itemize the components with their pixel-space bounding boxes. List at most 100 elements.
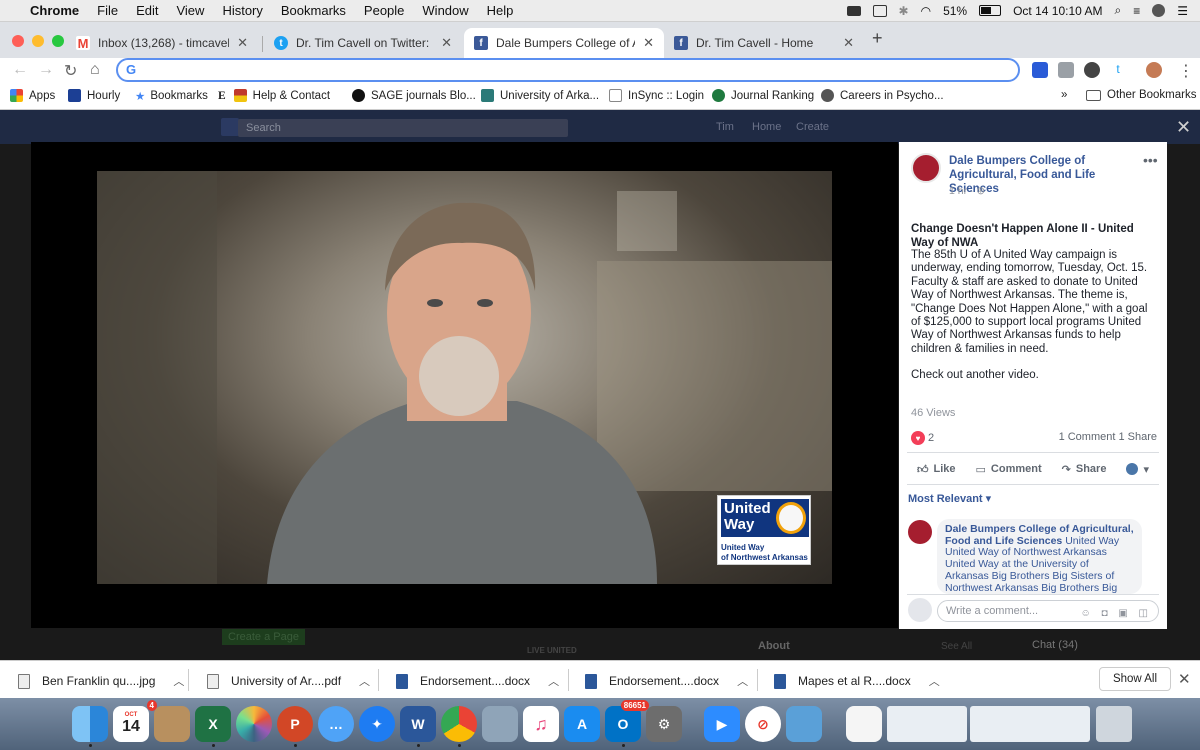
facebook-search-input[interactable]: Search (238, 119, 568, 137)
bookmark-apps[interactable]: Apps (10, 89, 55, 102)
reaction-avatar-selector[interactable]: ▾ (1126, 463, 1149, 476)
download-item[interactable]: Endorsement....docx ︿ (396, 673, 559, 689)
menu-clock[interactable]: Oct 14 10:10 AM (1013, 4, 1102, 18)
app-store-icon[interactable]: A (564, 706, 600, 742)
user-icon[interactable]: ≡ (1133, 4, 1140, 18)
dropbox-icon[interactable] (846, 5, 861, 16)
document-thumbnail-icon[interactable] (846, 706, 882, 742)
bluetooth-icon[interactable]: ✱ (899, 4, 909, 18)
itunes-icon[interactable]: ♫ (523, 706, 559, 742)
chevron-up-icon[interactable]: ︿ (359, 673, 370, 689)
close-window-button[interactable] (12, 35, 24, 47)
safari-icon[interactable]: ✦ (359, 706, 395, 742)
forward-icon[interactable]: → (38, 61, 54, 79)
page-avatar[interactable] (911, 153, 941, 183)
close-tab-icon[interactable]: ✕ (441, 35, 452, 51)
document-stack-icon[interactable] (887, 706, 967, 742)
header-profile-link[interactable]: Tim (716, 121, 734, 133)
bookmark-hourly[interactable]: Hourly (68, 89, 120, 102)
tab-dale-bumpers[interactable]: f Dale Bumpers College of Agric ✕ (464, 28, 664, 58)
download-item[interactable]: Ben Franklin qu....jpg ︿ (18, 673, 184, 689)
preview-icon[interactable] (482, 706, 518, 742)
download-item[interactable]: Endorsement....docx ︿ (585, 673, 748, 689)
bookmark-help-contact[interactable]: E Help & Contact (218, 89, 330, 102)
word-icon[interactable]: W (400, 706, 436, 742)
notes-icon[interactable] (154, 706, 190, 742)
facebook-logo-icon[interactable] (221, 118, 239, 136)
comment-sort-dropdown[interactable]: Most Relevant ▾ (908, 492, 991, 505)
photos-icon[interactable] (236, 706, 272, 742)
calendar-icon[interactable]: OCT 14 4 (113, 700, 157, 742)
tab-twitter[interactable]: t Dr. Tim Cavell on Twitter: "http ✕ (264, 28, 462, 58)
comment-button[interactable]: ▭ Comment (976, 463, 1042, 476)
video-player[interactable]: United Way United Way of Northwest Arkan… (97, 171, 832, 584)
migration-icon[interactable] (786, 706, 822, 742)
back-icon[interactable]: ← (12, 61, 28, 79)
finder-icon[interactable] (72, 706, 108, 742)
zoom-icon[interactable]: ▶ (704, 706, 740, 742)
tab-gmail[interactable]: M Inbox (13,268) - timcavell@gm ✕ (66, 28, 258, 58)
extension-gray-icon[interactable] (1058, 62, 1074, 78)
bookmark-bookmarks[interactable]: ★ Bookmarks (135, 89, 208, 103)
minimize-window-button[interactable] (32, 35, 44, 47)
excel-icon[interactable]: X (195, 706, 231, 742)
extension-circle-icon[interactable] (1084, 62, 1100, 78)
menu-history[interactable]: History (222, 3, 262, 18)
menu-window[interactable]: Window (422, 3, 468, 18)
menu-file[interactable]: File (97, 3, 118, 18)
new-tab-button[interactable]: + (872, 28, 883, 49)
messages-icon[interactable]: … (318, 706, 354, 742)
grid-icon[interactable] (872, 4, 887, 17)
close-tab-icon[interactable]: ✕ (237, 35, 248, 51)
chat-bar[interactable]: Chat (34) (1032, 639, 1078, 651)
bookmark-other[interactable]: Other Bookmarks (1086, 89, 1196, 101)
extension-cap-icon[interactable] (1032, 62, 1048, 78)
show-all-downloads-button[interactable]: Show All (1099, 667, 1171, 691)
menu-view[interactable]: View (176, 3, 204, 18)
write-comment-input[interactable]: Write a comment... ☺ ◘ ▣ ◫ (937, 600, 1159, 622)
post-timestamp[interactable]: 1 hr · ⊛ (949, 185, 985, 197)
bookmark-journal-ranking[interactable]: Journal Ranking (712, 89, 814, 102)
header-home-link[interactable]: Home (752, 121, 781, 133)
header-create-link[interactable]: Create (796, 121, 829, 133)
notifications-icon[interactable]: ☰ (1177, 4, 1188, 18)
siri-icon[interactable] (1152, 4, 1166, 17)
system-preferences-icon[interactable]: ⚙ (646, 706, 682, 742)
extension-twitter-icon[interactable]: t (1110, 62, 1126, 78)
share-button[interactable]: ↷ Share (1062, 463, 1107, 476)
bookmark-careers[interactable]: Careers in Psycho... (821, 89, 944, 102)
tab-tim-cavell-home[interactable]: f Dr. Tim Cavell - Home ✕ (664, 28, 864, 58)
menu-bookmarks[interactable]: Bookmarks (281, 3, 346, 18)
bookmarks-overflow-chevron[interactable]: » (1061, 89, 1067, 101)
powerpoint-icon[interactable]: P (277, 706, 313, 742)
more-options-icon[interactable]: ••• (1143, 152, 1158, 168)
see-all-link[interactable]: See All (941, 641, 972, 652)
search-icon[interactable]: ⌕ (1114, 3, 1121, 18)
comment-share-counts[interactable]: 1 Comment 1 Share (1059, 431, 1157, 443)
close-tab-icon[interactable]: ✕ (643, 35, 654, 51)
bookmark-insync[interactable]: InSync :: Login (609, 89, 704, 102)
create-page-button[interactable]: Create a Page (222, 629, 305, 645)
download-item[interactable]: Mapes et al R....docx ︿ (774, 673, 940, 689)
chevron-up-icon[interactable]: ︿ (929, 673, 940, 689)
download-item[interactable]: University of Ar....pdf ︿ (207, 673, 370, 689)
reload-icon[interactable]: ↻ (64, 61, 77, 81)
zoom-window-button[interactable] (52, 35, 64, 47)
news-icon[interactable]: ⊘ (745, 706, 781, 742)
chevron-up-icon[interactable]: ︿ (737, 673, 748, 689)
outlook-icon[interactable]: O 86651 (605, 700, 649, 742)
menu-app-chrome[interactable]: Chrome (30, 3, 79, 18)
menu-people[interactable]: People (364, 3, 404, 18)
chrome-menu-icon[interactable]: ⋮ (1178, 61, 1194, 81)
commenter-avatar[interactable] (908, 520, 932, 544)
home-icon[interactable]: ⌂ (90, 61, 100, 79)
like-button[interactable]: 👍︎ Like (917, 463, 956, 476)
document-stack-icon[interactable] (970, 706, 1090, 742)
menu-help[interactable]: Help (487, 3, 514, 18)
close-tab-icon[interactable]: ✕ (843, 35, 854, 51)
battery-icon[interactable] (979, 5, 1002, 16)
chevron-up-icon[interactable]: ︿ (173, 673, 184, 689)
trash-icon[interactable] (1096, 706, 1132, 742)
chevron-up-icon[interactable]: ︿ (548, 673, 559, 689)
profile-avatar[interactable] (1146, 62, 1162, 78)
